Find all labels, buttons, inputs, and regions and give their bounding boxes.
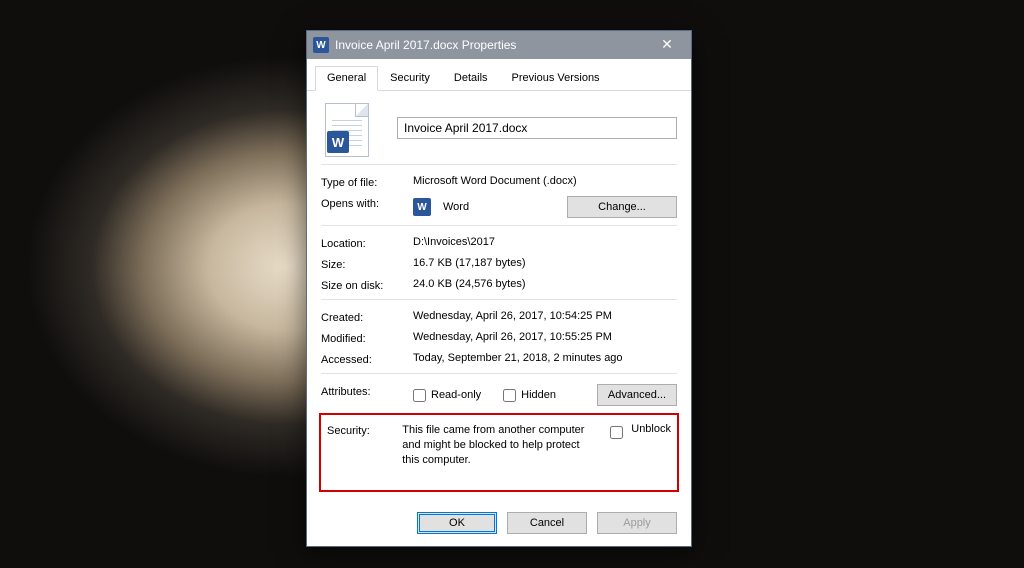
value-type: Microsoft Word Document (.docx) [413, 175, 677, 187]
readonly-checkbox[interactable]: Read-only [413, 389, 481, 402]
cancel-button[interactable]: Cancel [507, 512, 587, 534]
unblock-checkbox-input[interactable] [610, 426, 623, 439]
titlebar[interactable]: W Invoice April 2017.docx Properties ✕ [307, 31, 691, 59]
value-modified: Wednesday, April 26, 2017, 10:55:25 PM [413, 331, 677, 343]
dialog-footer: OK Cancel Apply [307, 502, 691, 546]
separator [321, 225, 677, 226]
word-icon: W [313, 37, 329, 53]
properties-dialog: W Invoice April 2017.docx Properties ✕ G… [306, 30, 692, 547]
tab-security[interactable]: Security [378, 66, 442, 91]
change-button[interactable]: Change... [567, 196, 677, 218]
tab-details[interactable]: Details [442, 66, 500, 91]
label-attributes: Attributes: [321, 384, 413, 398]
hidden-checkbox-label: Hidden [521, 389, 556, 401]
readonly-checkbox-input[interactable] [413, 389, 426, 402]
value-accessed: Today, September 21, 2018, 2 minutes ago [413, 352, 677, 364]
filename-input[interactable] [397, 117, 677, 139]
separator [321, 164, 677, 165]
value-opens-with: Word [443, 201, 559, 213]
label-size: Size: [321, 257, 413, 271]
apply-button[interactable]: Apply [597, 512, 677, 534]
desktop-background: W Invoice April 2017.docx Properties ✕ G… [0, 0, 1024, 568]
label-modified: Modified: [321, 331, 413, 345]
value-location: D:\Invoices\2017 [413, 236, 677, 248]
dialog-body: W Type of file: Microsoft Word Document … [307, 91, 691, 502]
unblock-checkbox[interactable]: Unblock [606, 423, 671, 442]
label-type: Type of file: [321, 175, 413, 189]
unblock-checkbox-label: Unblock [631, 423, 671, 435]
window-title: Invoice April 2017.docx Properties [335, 38, 647, 52]
hidden-checkbox-input[interactable] [503, 389, 516, 402]
close-button[interactable]: ✕ [647, 31, 687, 59]
file-type-icon: W [325, 103, 369, 157]
tab-general[interactable]: General [315, 66, 378, 91]
value-size: 16.7 KB (17,187 bytes) [413, 257, 677, 269]
ok-button[interactable]: OK [417, 512, 497, 534]
label-location: Location: [321, 236, 413, 250]
label-size-on-disk: Size on disk: [321, 278, 413, 292]
label-accessed: Accessed: [321, 352, 413, 366]
security-message: This file came from another computer and… [402, 423, 592, 468]
word-badge-icon: W [327, 131, 349, 153]
hidden-checkbox[interactable]: Hidden [503, 389, 556, 402]
file-header-row: W [321, 103, 677, 157]
tab-strip: General Security Details Previous Versio… [307, 59, 691, 91]
word-small-icon: W [413, 198, 431, 216]
value-size-on-disk: 24.0 KB (24,576 bytes) [413, 278, 677, 290]
label-opens-with: Opens with: [321, 196, 413, 210]
value-created: Wednesday, April 26, 2017, 10:54:25 PM [413, 310, 677, 322]
security-highlight-box: Security: This file came from another co… [319, 413, 679, 492]
advanced-button[interactable]: Advanced... [597, 384, 677, 406]
label-security: Security: [327, 423, 402, 437]
tab-previous-versions[interactable]: Previous Versions [500, 66, 612, 91]
separator [321, 299, 677, 300]
separator [321, 373, 677, 374]
readonly-checkbox-label: Read-only [431, 389, 481, 401]
label-created: Created: [321, 310, 413, 324]
